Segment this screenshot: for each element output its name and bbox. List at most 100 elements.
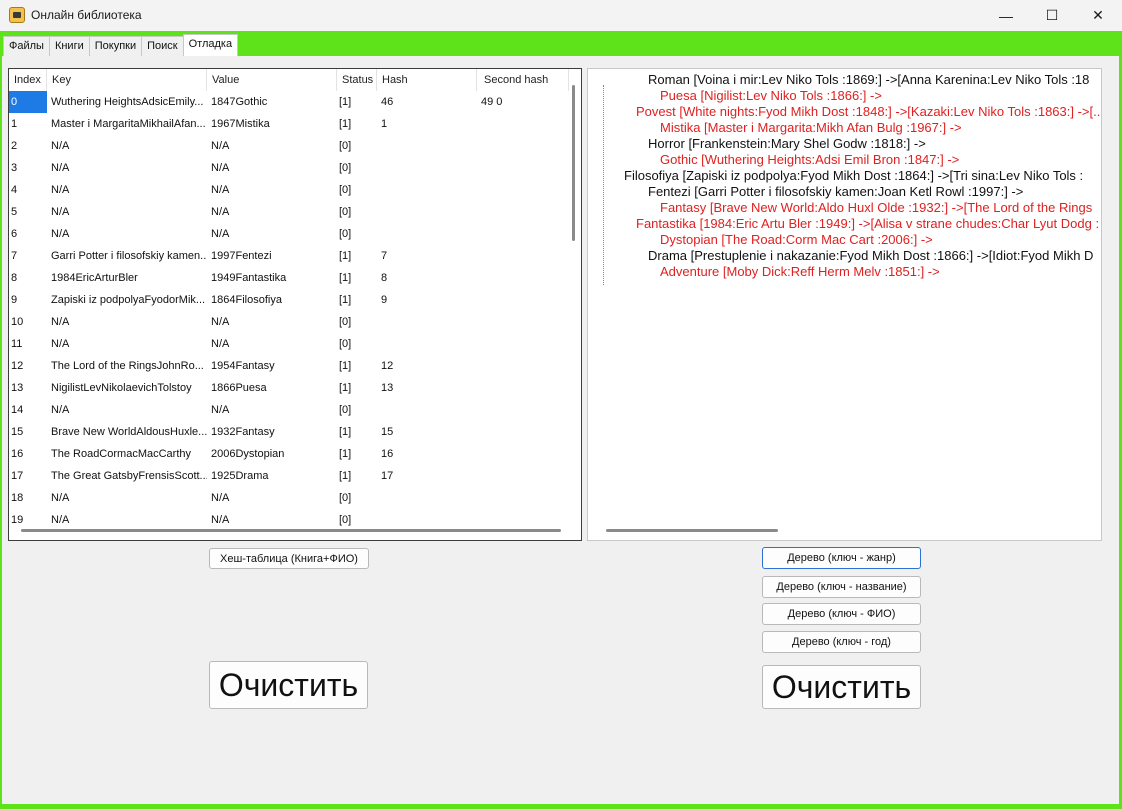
cell-key: Master i MargaritaMikhailAfan... — [51, 118, 206, 130]
window-title: Онлайн библиотека — [31, 8, 142, 22]
cell-second-hash — [477, 399, 569, 421]
cell-hash — [377, 223, 477, 245]
tree-year-button[interactable]: Дерево (ключ - год) — [762, 631, 921, 653]
tree-node[interactable]: Povest [White nights:Fyod Mikh Dost :184… — [636, 104, 1101, 120]
tree-node[interactable]: Puesa [Nigilist:Lev Niko Tols :1866:] -> — [660, 88, 882, 104]
cell-value: N/A — [211, 338, 230, 350]
cell-status: [0] — [339, 316, 352, 328]
table-row[interactable]: 0 Wuthering HeightsAdsicEmily... 1847Gothi… — [9, 91, 569, 113]
tree-node[interactable]: Drama [Prestuplenie i nakazanie:Fyod Mik… — [648, 248, 1093, 264]
tree-node[interactable]: Mistika [Master i Margarita:Mikh Afan Bu… — [660, 120, 962, 136]
table-row[interactable]: 11 N/A N/A [0] — [9, 333, 569, 355]
table-row[interactable]: 16 The RoadCormacMacCarthy 2006Dystopian [1… — [9, 443, 569, 465]
cell-hash: 8 — [381, 272, 388, 284]
hash-table-button[interactable]: Хеш-таблица (Книга+ФИО) — [209, 548, 369, 569]
table-row[interactable]: 2 N/A N/A [0] — [9, 135, 569, 157]
column-header-key[interactable]: Key — [47, 69, 207, 91]
cell-index: 4 — [11, 184, 18, 196]
tab-debug[interactable]: Отладка — [182, 34, 239, 56]
table-row[interactable]: 15 Brave New WorldAldousHuxle... 1932Fanta… — [9, 421, 569, 443]
cell-status: [1] — [339, 96, 352, 108]
table-row[interactable]: 5 N/A N/A [0] — [9, 201, 569, 223]
cell-index: 7 — [11, 250, 18, 262]
table-row[interactable]: 4 N/A N/A [0] — [9, 179, 569, 201]
cell-key: The Great GatsbyFrensisScott... — [51, 470, 207, 482]
table-row[interactable]: 17 The Great GatsbyFrensisScott... 1925Dra… — [9, 465, 569, 487]
table-row[interactable]: 13 NigilistLevNikolaevichTolstoy 1866Puesa… — [9, 377, 569, 399]
tree-node[interactable]: Fentezi [Garri Potter i filosofskiy kame… — [648, 184, 1023, 200]
cell-status: [0] — [339, 228, 352, 240]
cell-value: N/A — [211, 228, 230, 240]
tree-node[interactable]: Roman [Voina i mir:Lev Niko Tols :1869:]… — [648, 72, 1089, 88]
tree-node[interactable]: Fantastika [1984:Eric Artu Bler :1949:] … — [636, 216, 1099, 232]
clear-left-button[interactable]: Очистить — [209, 661, 368, 709]
tree-horizontal-scrollbar[interactable] — [606, 529, 778, 532]
cell-hash — [377, 179, 477, 201]
tree-node[interactable]: Filosofiya [Zapiski iz podpolya:Fyod Mik… — [624, 168, 1083, 184]
tree-node[interactable]: Dystopian [The Road:Corm Mac Cart :2006:… — [660, 232, 933, 248]
cell-index: 0 — [9, 91, 47, 113]
table-row[interactable]: 9 Zapiski iz podpolyaFyodorMik... 1864Filo… — [9, 289, 569, 311]
cell-status: [1] — [339, 470, 352, 482]
tab-search[interactable]: Поиск — [141, 36, 184, 56]
tree-node[interactable]: Horror [Frankenstein:Mary Shel Godw :181… — [648, 136, 926, 152]
cell-status: [1] — [339, 118, 352, 130]
column-header-value[interactable]: Value — [207, 69, 337, 91]
cell-status: [1] — [339, 272, 352, 284]
cell-value: N/A — [211, 140, 230, 152]
table-row[interactable]: 1 Master i MargaritaMikhailAfan... 1967Mis… — [9, 113, 569, 135]
cell-value: 1864Filosofiya — [211, 294, 282, 306]
bottom-border — [0, 804, 1122, 809]
hash-table-grid[interactable]: Index Key Value Status Hash Second hash … — [8, 68, 582, 541]
tab-files[interactable]: Файлы — [3, 36, 50, 56]
cell-value: N/A — [211, 492, 230, 504]
cell-status: [1] — [339, 426, 352, 438]
tree-title-button[interactable]: Дерево (ключ - название) — [762, 576, 921, 598]
table-row[interactable]: 10 N/A N/A [0] — [9, 311, 569, 333]
tab-strip: Файлы Книги Покупки Поиск Отладка — [3, 34, 239, 56]
column-header-status[interactable]: Status — [337, 69, 377, 91]
cell-value: N/A — [211, 404, 230, 416]
minimize-button-alt[interactable]: — — [983, 0, 1029, 31]
cell-hash — [377, 157, 477, 179]
cell-key: Garri Potter i filosofskiy kamen... — [51, 250, 207, 262]
cell-hash — [377, 135, 477, 157]
cell-second-hash — [477, 311, 569, 333]
cell-value: 2006Dystopian — [211, 448, 285, 460]
column-header-index[interactable]: Index — [9, 69, 47, 91]
cell-hash — [377, 509, 477, 531]
tree-node[interactable]: Fantasy [Brave New World:Aldo Huxl Olde … — [660, 200, 1092, 216]
column-header-hash[interactable]: Hash — [377, 69, 477, 91]
cell-key: N/A — [51, 206, 70, 218]
table-row[interactable]: 14 N/A N/A [0] — [9, 399, 569, 421]
cell-value: 1949Fantastika — [211, 272, 287, 284]
cell-second-hash: 49 0 — [481, 96, 503, 108]
clear-right-button[interactable]: Очистить — [762, 665, 921, 709]
table-row[interactable]: 3 N/A N/A [0] — [9, 157, 569, 179]
tree-genre-button[interactable]: Дерево (ключ - жанр) — [762, 547, 921, 569]
grid-vertical-scrollbar[interactable] — [572, 85, 575, 241]
tab-purchases[interactable]: Покупки — [88, 36, 143, 56]
table-row[interactable]: 19 N/A N/A [0] — [9, 509, 569, 531]
cell-key: The RoadCormacMacCarthy — [51, 448, 191, 460]
cell-index: 2 — [11, 140, 18, 152]
table-row[interactable]: 7 Garri Potter i filosofskiy kamen... 1997… — [9, 245, 569, 267]
table-row[interactable]: 12 The Lord of the RingsJohnRo... 1954Fant… — [9, 355, 569, 377]
column-header-second-hash[interactable]: Second hash — [477, 69, 569, 91]
table-row[interactable]: 18 N/A N/A [0] — [9, 487, 569, 509]
tree-view[interactable]: Roman [Voina i mir:Lev Niko Tols :1869:]… — [587, 68, 1102, 541]
cell-index: 9 — [11, 294, 18, 306]
tab-books[interactable]: Книги — [48, 36, 90, 56]
maximize-button[interactable]: ☐ — [1029, 0, 1075, 31]
cell-second-hash — [477, 333, 569, 355]
tree-node[interactable]: Adventure [Moby Dick:Reff Herm Melv :185… — [660, 264, 940, 280]
close-button[interactable]: ✕ — [1075, 0, 1121, 31]
tree-node[interactable]: Gothic [Wuthering Heights:Adsi Emil Bron… — [660, 152, 959, 168]
tree-author-button[interactable]: Дерево (ключ - ФИО) — [762, 603, 921, 625]
cell-second-hash — [477, 245, 569, 267]
cell-hash: 46 — [381, 96, 394, 108]
table-row[interactable]: 6 N/A N/A [0] — [9, 223, 569, 245]
table-row[interactable]: 8 1984EricArturBler 1949Fantastika [1] 8 — [9, 267, 569, 289]
cell-index: 14 — [11, 404, 24, 416]
grid-horizontal-scrollbar[interactable] — [21, 529, 561, 532]
